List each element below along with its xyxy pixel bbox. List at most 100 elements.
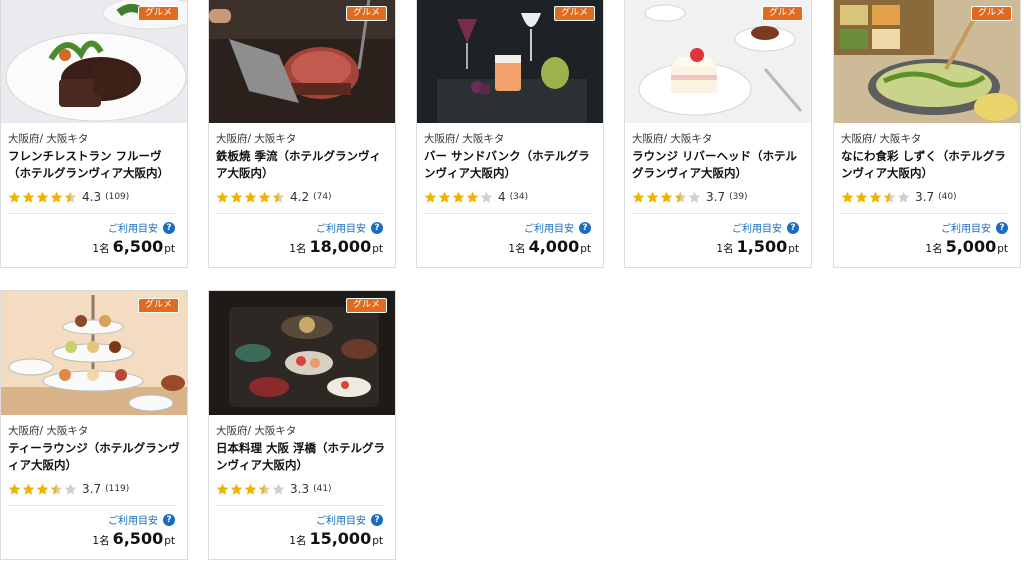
help-icon[interactable]: ? (787, 221, 799, 234)
usage-guide-label[interactable]: ご利用目安 (732, 220, 782, 235)
star-icon (216, 191, 229, 203)
usage-guide-link[interactable]: ご利用目安 ? (524, 220, 591, 235)
card-image[interactable]: グルメ (209, 0, 395, 123)
price: 1名 15,000 pt (289, 529, 383, 548)
star-icon (22, 191, 35, 203)
card-image[interactable]: グルメ (834, 0, 1020, 123)
usage-guide-link[interactable]: ご利用目安 ? (108, 220, 175, 235)
help-icon[interactable]: ? (579, 221, 591, 234)
restaurant-name[interactable]: ティーラウンジ（ホテルグランヴィア大阪内） (8, 440, 180, 474)
price-per: 1名 (925, 243, 943, 255)
star-icon (258, 483, 271, 495)
usage-guide-label[interactable]: ご利用目安 (108, 220, 158, 235)
star-icon (466, 191, 479, 203)
usage-guide-label[interactable]: ご利用目安 (316, 512, 366, 527)
price-amount: 15,000 (309, 529, 372, 548)
usage-guide-label[interactable]: ご利用目安 (316, 220, 366, 235)
restaurant-name[interactable]: なにわ食彩 しずく（ホテルグランヴィア大阪内） (841, 148, 1013, 182)
rating-score: 3.7 (82, 482, 102, 496)
rating-score: 4.2 (290, 190, 310, 204)
location-label: 大阪府/ 大阪キタ (424, 133, 505, 145)
divider (8, 213, 175, 214)
restaurant-card-3[interactable]: グルメ 大阪府/ 大阪キタ バー サンドバンク（ホテルグランヴィア大阪内） 4 … (416, 0, 604, 268)
price: 1名 4,000 pt (508, 237, 591, 256)
location-label: 大阪府/ 大阪キタ (216, 133, 297, 145)
rating-score: 3.7 (706, 190, 726, 204)
location-label: 大阪府/ 大阪キタ (216, 425, 297, 437)
genre-tag: グルメ (137, 6, 179, 21)
star-icon (632, 191, 645, 203)
genre-tag: グルメ (553, 6, 595, 21)
price-unit: pt (164, 243, 175, 255)
usage-guide-label[interactable]: ご利用目安 (108, 512, 158, 527)
star-icon (64, 483, 77, 495)
restaurant-name[interactable]: 鉄板焼 季流（ホテルグランヴィア大阪内） (216, 148, 388, 182)
card-image[interactable]: グルメ (625, 0, 811, 123)
restaurant-card-2[interactable]: グルメ 大阪府/ 大阪キタ 鉄板焼 季流（ホテルグランヴィア大阪内） 4.2 (… (208, 0, 396, 268)
usage-guide-link[interactable]: ご利用目安 ? (316, 512, 383, 527)
price-amount: 6,500 (112, 237, 164, 256)
price-per: 1名 (716, 243, 734, 255)
genre-tag: グルメ (345, 298, 387, 313)
star-icon (8, 483, 21, 495)
star-icon (646, 191, 659, 203)
help-icon[interactable]: ? (371, 513, 383, 526)
card-image[interactable]: グルメ (1, 0, 187, 123)
rating-score: 3.7 (915, 190, 935, 204)
star-icon (688, 191, 701, 203)
review-count: (109) (105, 192, 130, 202)
help-icon[interactable]: ? (996, 221, 1008, 234)
review-count: (41) (313, 484, 332, 494)
rating: 3.7 (39) (632, 189, 748, 205)
usage-guide-link[interactable]: ご利用目安 ? (316, 220, 383, 235)
restaurant-name[interactable]: フレンチレストラン フルーヴ（ホテルグランヴィア大阪内） (8, 148, 180, 182)
card-image[interactable]: グルメ (1, 291, 187, 415)
price: 1名 1,500 pt (716, 237, 799, 256)
restaurant-name[interactable]: ラウンジ リバーヘッド（ホテルグランヴィア大阪内） (632, 148, 804, 182)
star-icon (438, 191, 451, 203)
star-icon (855, 191, 868, 203)
price-unit: pt (997, 243, 1008, 255)
help-icon[interactable]: ? (163, 513, 175, 526)
star-icon (64, 191, 77, 203)
price-per: 1名 (289, 243, 307, 255)
genre-tag: グルメ (345, 6, 387, 21)
usage-guide-link[interactable]: ご利用目安 ? (941, 220, 1008, 235)
price-per: 1名 (508, 243, 526, 255)
divider (841, 213, 1008, 214)
restaurant-name[interactable]: バー サンドバンク（ホテルグランヴィア大阪内） (424, 148, 596, 182)
rating-score: 4.3 (82, 190, 102, 204)
restaurant-card-4[interactable]: グルメ 大阪府/ 大阪キタ ラウンジ リバーヘッド（ホテルグランヴィア大阪内） … (624, 0, 812, 268)
star-icon (897, 191, 910, 203)
usage-guide-label[interactable]: ご利用目安 (941, 220, 991, 235)
star-icon (452, 191, 465, 203)
rating-score: 3.3 (290, 482, 310, 496)
card-image[interactable]: グルメ (417, 0, 603, 123)
restaurant-name[interactable]: 日本料理 大阪 浮橋（ホテルグランヴィア大阪内） (216, 440, 388, 474)
genre-tag: グルメ (970, 6, 1012, 21)
card-image[interactable]: グルメ (209, 291, 395, 415)
price-amount: 1,500 (736, 237, 788, 256)
genre-tag: グルメ (137, 298, 179, 313)
restaurant-card-6[interactable]: グルメ 大阪府/ 大阪キタ ティーラウンジ（ホテルグランヴィア大阪内） 3.7 … (0, 290, 188, 560)
restaurant-card-7[interactable]: グルメ 大阪府/ 大阪キタ 日本料理 大阪 浮橋（ホテルグランヴィア大阪内） 3… (208, 290, 396, 560)
rating: 3.3 (41) (216, 481, 332, 497)
star-icon (480, 191, 493, 203)
price-per: 1名 (92, 243, 110, 255)
restaurant-card-1[interactable]: グルメ 大阪府/ 大阪キタ フレンチレストラン フルーヴ（ホテルグランヴィア大阪… (0, 0, 188, 268)
usage-guide-label[interactable]: ご利用目安 (524, 220, 574, 235)
star-rating (216, 191, 285, 204)
help-icon[interactable]: ? (371, 221, 383, 234)
location-label: 大阪府/ 大阪キタ (8, 133, 89, 145)
help-icon[interactable]: ? (163, 221, 175, 234)
star-rating (424, 191, 493, 204)
star-icon (272, 483, 285, 495)
star-rating (841, 191, 910, 204)
price: 1名 6,500 pt (92, 529, 175, 548)
usage-guide-link[interactable]: ご利用目安 ? (732, 220, 799, 235)
usage-guide-link[interactable]: ご利用目安 ? (108, 512, 175, 527)
price-amount: 6,500 (112, 529, 164, 548)
restaurant-card-5[interactable]: グルメ 大阪府/ 大阪キタ なにわ食彩 しずく（ホテルグランヴィア大阪内） 3.… (833, 0, 1021, 268)
divider (216, 213, 383, 214)
price: 1名 6,500 pt (92, 237, 175, 256)
